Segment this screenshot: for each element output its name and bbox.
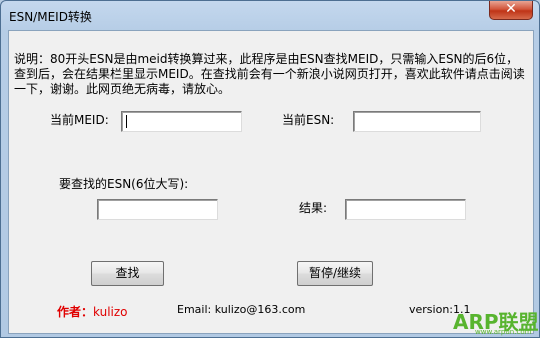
author-label: 作者： <box>57 305 94 319</box>
description-text: 说明：80开头ESN是由meid转换算过来，此程序是由ESN查找MEID，只需输… <box>14 52 525 96</box>
close-button[interactable]: ✕ <box>489 1 533 20</box>
title-bar[interactable]: ESN/MEID转换 ✕ <box>1 1 539 29</box>
result-output[interactable] <box>345 199 466 220</box>
result-label: 结果: <box>299 201 328 215</box>
email-text: Email: kulizo@163.com <box>177 303 306 316</box>
pause-resume-button[interactable]: 暂停/继续 <box>297 261 373 286</box>
arp-watermark-url: www.arpun.com <box>475 328 532 336</box>
client-area: 说明：80开头ESN是由meid转换算过来，此程序是由ESN查找MEID，只需输… <box>8 30 534 334</box>
search-esn-input[interactable] <box>97 199 218 220</box>
app-window: ESN/MEID转换 ✕ 说明：80开头ESN是由meid转换算过来，此程序是由… <box>0 0 540 338</box>
text-caret <box>126 115 127 128</box>
search-button[interactable]: 查找 <box>91 261 164 286</box>
current-esn-input[interactable] <box>353 111 481 132</box>
search-esn-label: 要查找的ESN(6位大写): <box>59 177 189 191</box>
current-meid-input[interactable] <box>121 111 242 132</box>
author-name: kulizo <box>93 305 128 319</box>
close-icon: ✕ <box>505 1 517 17</box>
current-meid-label: 当前MEID: <box>50 113 109 127</box>
author-info: 作者：kulizo <box>57 303 128 320</box>
window-title: ESN/MEID转换 <box>9 10 92 24</box>
current-esn-label: 当前ESN: <box>282 113 335 127</box>
